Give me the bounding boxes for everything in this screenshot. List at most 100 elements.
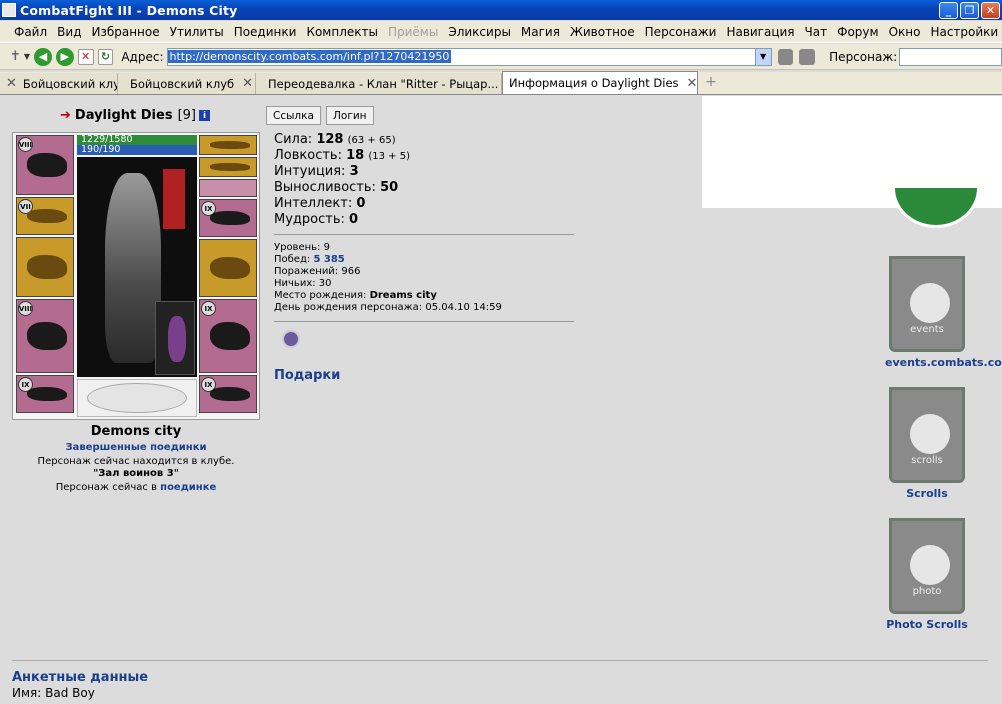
info-value: 05.04.10 14:59 <box>425 302 502 313</box>
in-fight-label: Персонаж сейчас в <box>55 482 157 493</box>
shield-slot[interactable] <box>199 239 257 297</box>
events-banner-icon[interactable]: events <box>889 256 965 352</box>
tab-bar: ✕ Бойцовский клуб Бойцовский клуб ✕ Пере… <box>0 71 1002 232</box>
persona-label: Персонаж: <box>829 49 898 64</box>
menu-utilities[interactable]: Утилиты <box>170 25 224 39</box>
location-room: "Зал воинов 3" <box>93 468 179 479</box>
back-icon[interactable]: ◀ <box>34 47 52 66</box>
menu-sets[interactable]: Комплекты <box>306 25 378 39</box>
events-banner[interactable]: events events.combats.com <box>885 256 1002 369</box>
close-tab-icon[interactable]: ✕ <box>6 76 17 91</box>
chevron-down-icon[interactable]: ▼ <box>754 48 771 65</box>
close-tab-icon[interactable]: ✕ <box>687 76 697 91</box>
tab-fight-club-1[interactable]: ✕ Бойцовский клуб <box>0 73 118 94</box>
menu-chat[interactable]: Чат <box>805 25 828 39</box>
events-link[interactable]: events.combats.com <box>885 356 1002 369</box>
info-label: Уровень: <box>274 242 321 253</box>
profile-name-label: Имя: <box>12 686 42 700</box>
address-input[interactable]: http://demonscity.combats.com/inf.pl?127… <box>166 47 772 66</box>
pin-icon[interactable]: ✝ <box>10 49 21 64</box>
bracers-slot[interactable]: IX <box>199 199 257 237</box>
forward-icon[interactable]: ▶ <box>55 47 74 66</box>
pin-dropdown-icon[interactable]: ▼ <box>24 52 30 61</box>
info-row: Ничьих: 30 <box>274 278 502 290</box>
page-content: ➔ Daylight Dies [9] i Ссылка Логин VIII … <box>0 96 1002 704</box>
photo-scrolls-banner[interactable]: photo Photo Scrolls <box>885 518 969 631</box>
helmet-slot[interactable]: VIII <box>16 135 74 195</box>
close-tab-icon[interactable]: ✕ <box>242 76 253 91</box>
menu-settings[interactable]: Настройки <box>930 25 998 39</box>
banner-label: scrolls <box>911 455 943 466</box>
info-row: Уровень: 9 <box>274 242 502 254</box>
stat-label: Интеллект: <box>274 196 353 211</box>
stat-breakdown: (13 + 5) <box>368 151 410 162</box>
scrolls-banner[interactable]: scrolls Scrolls <box>885 387 969 500</box>
pet-image[interactable] <box>155 301 195 375</box>
menu-fights[interactable]: Поединки <box>234 25 297 39</box>
menu-elixirs[interactable]: Эликсиры <box>448 25 511 39</box>
stop-icon[interactable]: ✕ <box>77 48 94 65</box>
persona-input[interactable] <box>899 47 1002 66</box>
armor-slot[interactable]: VIII <box>16 299 74 373</box>
maximize-button[interactable]: ❐ <box>960 1 979 19</box>
title-bar: CombatFight III - Demons City _ ❐ ✕ <box>0 0 1002 20</box>
tab-label: Переодевалка - Клан "Ritter - Рыцар... <box>268 76 499 91</box>
scrolls-link[interactable]: Scrolls <box>885 487 969 500</box>
info-value: 30 <box>318 278 332 289</box>
new-tab-icon[interactable]: + <box>702 74 720 92</box>
menu-view[interactable]: Вид <box>57 25 81 39</box>
users-icon[interactable] <box>799 48 816 65</box>
info-label: Побед: <box>274 254 311 265</box>
menu-window[interactable]: Окно <box>889 25 921 39</box>
scrolls-banner-icon[interactable]: scrolls <box>889 387 965 483</box>
tab-character-info[interactable]: i Информация о Daylight Dies ✕ <box>274 71 698 232</box>
boots-slot[interactable]: IX <box>199 375 257 413</box>
gifts-link[interactable]: Подарки <box>274 368 340 383</box>
info-row: День рождения персонажа: 05.04.10 14:59 <box>274 302 502 314</box>
photo-banner-icon[interactable]: photo <box>889 518 965 614</box>
gift-icon[interactable] <box>282 330 300 348</box>
stat-row: Ловкость: 18 (13 + 5) <box>274 148 410 164</box>
menu-characters[interactable]: Персонажи <box>645 25 717 39</box>
link-button[interactable]: Ссылка <box>266 106 321 125</box>
stat-value: 0 <box>349 212 359 227</box>
close-button[interactable]: ✕ <box>981 1 1000 19</box>
rank-badge: VIII <box>18 301 33 316</box>
address-toolbar: ✝ ▼ ◀ ▶ ✕ ↻ Адрес: http://demonscity.com… <box>0 44 1002 70</box>
profile-name-value: Bad Boy <box>45 686 95 700</box>
earrings-slot[interactable] <box>199 135 257 155</box>
refresh-icon[interactable]: ↻ <box>97 48 114 65</box>
stat-label: Интуиция: <box>274 164 346 179</box>
menu-favorites[interactable]: Избранное <box>91 25 159 39</box>
info-icon[interactable]: i <box>198 110 210 121</box>
amulet-slot[interactable] <box>199 157 257 177</box>
menu-file[interactable]: Файл <box>14 25 47 39</box>
stat-value: 18 <box>346 148 365 163</box>
mana-bar: 190/190 <box>77 145 197 155</box>
tab-wardrobe[interactable]: Переодевалка - Клан "Ritter - Рыцар... ✕ <box>256 73 502 94</box>
photo-scrolls-link[interactable]: Photo Scrolls <box>885 618 969 631</box>
menu-magic[interactable]: Магия <box>521 25 560 39</box>
belt-slot[interactable]: IX <box>16 375 74 413</box>
weapon-slot[interactable] <box>16 237 74 297</box>
rings-slot[interactable] <box>199 179 257 197</box>
close-page-icon[interactable] <box>777 48 794 65</box>
emblem-image <box>77 379 197 417</box>
wins-link[interactable]: 5 385 <box>313 254 344 265</box>
character-avatar[interactable] <box>77 157 197 377</box>
menu-navigation[interactable]: Навигация <box>726 25 794 39</box>
login-button[interactable]: Логин <box>326 106 374 125</box>
clan-emblem-icon[interactable] <box>892 188 980 228</box>
tab-fight-club-2[interactable]: Бойцовский клуб ✕ <box>118 73 256 94</box>
minimize-button[interactable]: _ <box>939 1 958 19</box>
in-fight-link[interactable]: поединке <box>160 482 216 493</box>
completed-fights-link[interactable]: Завершенные поединки <box>12 442 260 453</box>
legs-slot[interactable]: IX <box>199 299 257 373</box>
gloves-slot[interactable]: VII <box>16 197 74 235</box>
menu-animal[interactable]: Животное <box>570 25 635 39</box>
menu-forum[interactable]: Форум <box>837 25 878 39</box>
stat-value: 128 <box>316 132 344 147</box>
profile-name-row: Имя: Bad Boy <box>12 686 95 700</box>
info-label: Ничьих: <box>274 278 316 289</box>
arrow-icon[interactable]: ➔ <box>60 108 71 123</box>
